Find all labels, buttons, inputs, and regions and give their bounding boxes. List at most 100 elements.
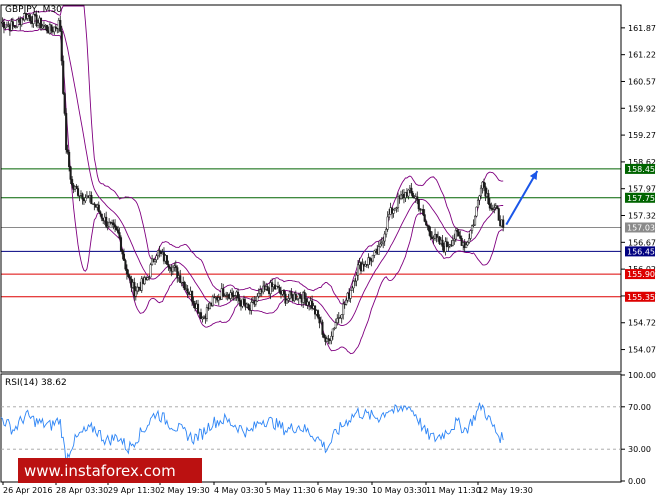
price-tick-label: 157.32 <box>628 212 656 221</box>
candle-body <box>399 194 403 199</box>
candle-body <box>196 303 200 314</box>
candle-body <box>465 244 468 248</box>
candle-body <box>336 318 339 323</box>
chart-window: GBPJPY, M30 161.87 161.22 160.57 159.92 159.… <box>0 0 664 498</box>
candle-body <box>167 264 170 268</box>
candle-body <box>466 242 469 246</box>
time-tick-label: 2 May 19:30 <box>160 486 210 495</box>
candle-body <box>379 243 382 247</box>
candle-body <box>191 290 194 302</box>
candle-body <box>459 235 462 239</box>
candle-body <box>416 196 419 200</box>
candle-body <box>128 276 131 280</box>
candle-body <box>59 20 62 32</box>
candle-body <box>266 286 269 291</box>
candle-body <box>90 195 93 205</box>
watermark-text: www.instaforex.com <box>24 462 176 480</box>
price-tick-label: 159.92 <box>628 104 656 113</box>
candle-body <box>231 292 234 296</box>
candle-body <box>340 314 343 319</box>
candle-body <box>349 290 352 299</box>
symbol-label: GBPJPY, M30 <box>5 5 62 15</box>
candle-body <box>121 250 124 255</box>
candle-body <box>457 231 460 237</box>
time-tick-label: 12 May 19:30 <box>478 486 533 495</box>
candle-body <box>278 287 281 293</box>
candle-body <box>383 233 386 242</box>
candle-body <box>373 250 376 256</box>
candle-body <box>119 237 123 251</box>
candle-body <box>11 21 14 26</box>
time-tick-label: 28 Apr 03:30 <box>56 486 108 495</box>
rsi-tick-label: 70.00 <box>628 403 651 412</box>
candle-body <box>100 213 103 219</box>
time-tick-label: 26 Apr 2016 <box>3 486 52 495</box>
candle-body <box>407 189 410 197</box>
candle-body <box>316 310 320 318</box>
candle-body <box>69 166 72 180</box>
candle-body <box>165 255 168 265</box>
candle-body <box>488 203 491 209</box>
candle-body <box>36 22 40 27</box>
price-tick-label: 156.67 <box>628 238 656 247</box>
candle-body <box>475 206 478 217</box>
candle-body <box>351 287 354 291</box>
candle-body <box>186 288 189 293</box>
candle-body <box>468 238 471 243</box>
candle-body <box>290 291 293 296</box>
candle-body <box>62 60 65 94</box>
candle-body <box>179 275 182 283</box>
candle-body <box>356 264 360 276</box>
candle-body <box>330 335 333 342</box>
candle-body <box>122 253 126 261</box>
level-badge-label: 157.03 <box>627 223 655 232</box>
candle-body <box>63 93 66 114</box>
rsi-tick-label: 100.00 <box>628 371 656 380</box>
candle-body <box>32 14 35 24</box>
candle-body <box>149 264 152 278</box>
candle-body <box>256 296 259 302</box>
candle-body <box>97 204 100 212</box>
candle-body <box>236 291 240 299</box>
candle-body <box>303 292 306 299</box>
candle-body <box>254 300 257 305</box>
candle-body <box>155 255 158 261</box>
candle-body <box>441 239 444 247</box>
candle-body <box>222 288 225 297</box>
candle-body <box>471 225 474 231</box>
candle-body <box>115 226 118 231</box>
candle-body <box>445 241 448 247</box>
price-tick-label: 161.87 <box>628 24 656 33</box>
candle-body <box>28 14 31 17</box>
price-tick-label: 154.07 <box>628 346 656 355</box>
candle-body <box>502 219 505 228</box>
candle-body <box>392 209 395 214</box>
candle-body <box>411 192 414 198</box>
watermark: www.instaforex.com <box>18 458 202 483</box>
candle-body <box>342 303 345 316</box>
candle-body <box>84 197 87 202</box>
candle-body <box>474 215 477 226</box>
time-tick-label: 11 May 11:30 <box>426 486 481 495</box>
chart-canvas: GBPJPY, M30 161.87 161.22 160.57 159.92 159.… <box>0 0 664 498</box>
candle-body <box>154 259 157 262</box>
price-tick-label: 154.72 <box>628 319 656 328</box>
candle-body <box>127 273 130 277</box>
candle-body <box>242 298 246 304</box>
candle-body <box>174 265 177 268</box>
time-tick-label: 4 May 03:30 <box>214 486 264 495</box>
candle-body <box>388 214 391 218</box>
candle-body <box>497 208 500 221</box>
candle-body <box>422 209 425 215</box>
candle-body <box>250 302 253 311</box>
candle-body <box>352 281 355 289</box>
candle-body <box>105 216 108 227</box>
price-tick-label: 161.22 <box>628 51 656 60</box>
candle-body <box>81 193 84 200</box>
level-badge-label: 158.45 <box>627 165 655 174</box>
candle-body <box>60 31 63 62</box>
candle-body <box>479 187 483 197</box>
level-badge-label: 157.75 <box>627 194 655 203</box>
time-tick-label: 6 May 19:30 <box>318 486 368 495</box>
candle-body <box>29 16 32 22</box>
